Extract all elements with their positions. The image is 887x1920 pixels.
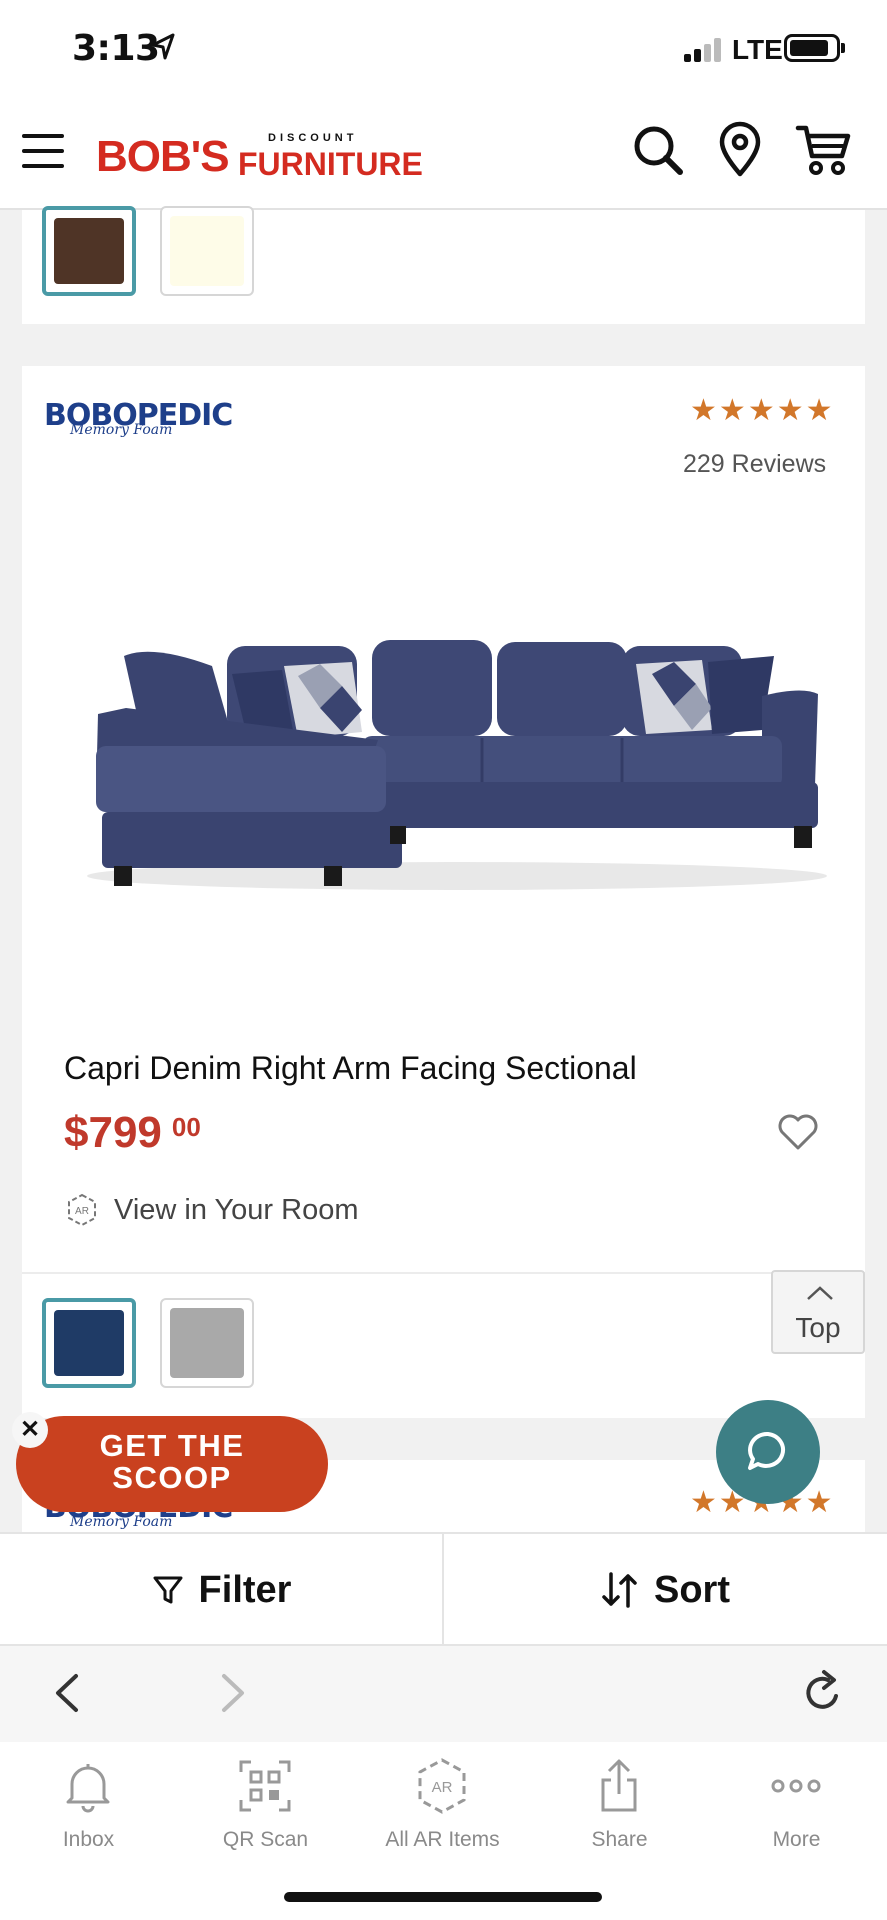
store-locator-icon[interactable] bbox=[710, 120, 770, 180]
location-arrow-icon bbox=[151, 33, 175, 60]
share-icon bbox=[601, 1759, 637, 1812]
app-header: BOB'S DISCOUNT FURNITURE bbox=[0, 100, 887, 210]
browser-nav-bar bbox=[0, 1646, 887, 1742]
ar-icon: AR bbox=[418, 1758, 466, 1814]
sort-arrows-icon bbox=[602, 1572, 637, 1608]
refresh-icon[interactable] bbox=[798, 1668, 848, 1718]
status-time: 3:13 bbox=[72, 28, 160, 69]
more-icon bbox=[771, 1779, 821, 1793]
product-card: BOBOPEDIC Memory Foam ★ ★ ★ ★ ★ 229 Reviews bbox=[22, 366, 865, 1418]
product-title[interactable]: Capri Denim Right Arm Facing Sectional bbox=[64, 1050, 637, 1087]
signal-icon bbox=[684, 38, 724, 62]
star-icon: ★ bbox=[747, 394, 775, 427]
color-swatch-cream[interactable] bbox=[160, 206, 254, 296]
battery-icon bbox=[784, 34, 840, 62]
color-swatch-denim[interactable] bbox=[42, 1298, 136, 1388]
bell-icon bbox=[66, 1764, 110, 1813]
color-swatch-gray[interactable] bbox=[160, 1298, 254, 1388]
sort-button[interactable]: Sort bbox=[444, 1534, 886, 1646]
color-swatch-brown[interactable] bbox=[42, 206, 136, 296]
chat-button[interactable] bbox=[716, 1400, 820, 1504]
review-count[interactable]: 229 Reviews bbox=[683, 450, 826, 479]
close-icon[interactable]: ✕ bbox=[12, 1412, 48, 1448]
back-icon[interactable] bbox=[44, 1668, 94, 1718]
home-indicator bbox=[284, 1892, 602, 1902]
star-icon: ★ bbox=[776, 394, 804, 427]
star-rating: ★★★★★ bbox=[690, 396, 833, 426]
menu-icon[interactable] bbox=[22, 134, 64, 168]
search-icon[interactable] bbox=[628, 120, 688, 180]
bobopedic-logo: BOBOPEDIC Memory Foam bbox=[44, 398, 233, 438]
forward-icon[interactable] bbox=[206, 1668, 256, 1718]
star-icon: ★ bbox=[805, 1486, 833, 1519]
chevron-up-icon bbox=[807, 1286, 833, 1300]
tab-share[interactable]: Share bbox=[531, 1742, 708, 1872]
ar-icon: AR bbox=[68, 1193, 96, 1227]
star-icon: ★ bbox=[690, 1486, 717, 1519]
cart-icon[interactable] bbox=[794, 120, 854, 180]
filter-icon bbox=[153, 1576, 183, 1604]
status-bar: 3:13 LTE bbox=[0, 0, 887, 100]
star-icon: ★ bbox=[718, 394, 746, 427]
product-card-previous bbox=[22, 206, 865, 324]
svg-text:AR: AR bbox=[432, 1779, 453, 1796]
tab-all-ar-items[interactable]: AR All AR Items bbox=[354, 1742, 531, 1872]
filter-sort-bar: Filter Sort bbox=[0, 1532, 887, 1646]
filter-button[interactable]: Filter bbox=[0, 1534, 442, 1646]
tab-inbox[interactable]: Inbox bbox=[0, 1742, 177, 1872]
product-price: $799 00 bbox=[64, 1108, 201, 1157]
scroll-to-top-button[interactable]: Top bbox=[771, 1270, 865, 1354]
star-icon: ★ bbox=[690, 394, 717, 427]
network-type: LTE bbox=[732, 34, 783, 65]
view-in-room-link[interactable]: AR View in Your Room bbox=[64, 1190, 359, 1230]
heart-icon[interactable] bbox=[776, 1112, 820, 1152]
tab-more[interactable]: More bbox=[708, 1742, 885, 1872]
get-the-scoop-button[interactable]: GET THE SCOOP bbox=[16, 1416, 328, 1512]
svg-text:AR: AR bbox=[75, 1206, 89, 1217]
product-image[interactable] bbox=[62, 626, 852, 906]
tab-qr-scan[interactable]: QR Scan bbox=[177, 1742, 354, 1872]
qr-scan-icon bbox=[239, 1760, 291, 1812]
chat-bubble-icon bbox=[748, 1431, 785, 1470]
bobs-furniture-logo[interactable]: BOB'S DISCOUNT FURNITURE bbox=[96, 128, 423, 182]
star-icon: ★ bbox=[805, 394, 833, 427]
